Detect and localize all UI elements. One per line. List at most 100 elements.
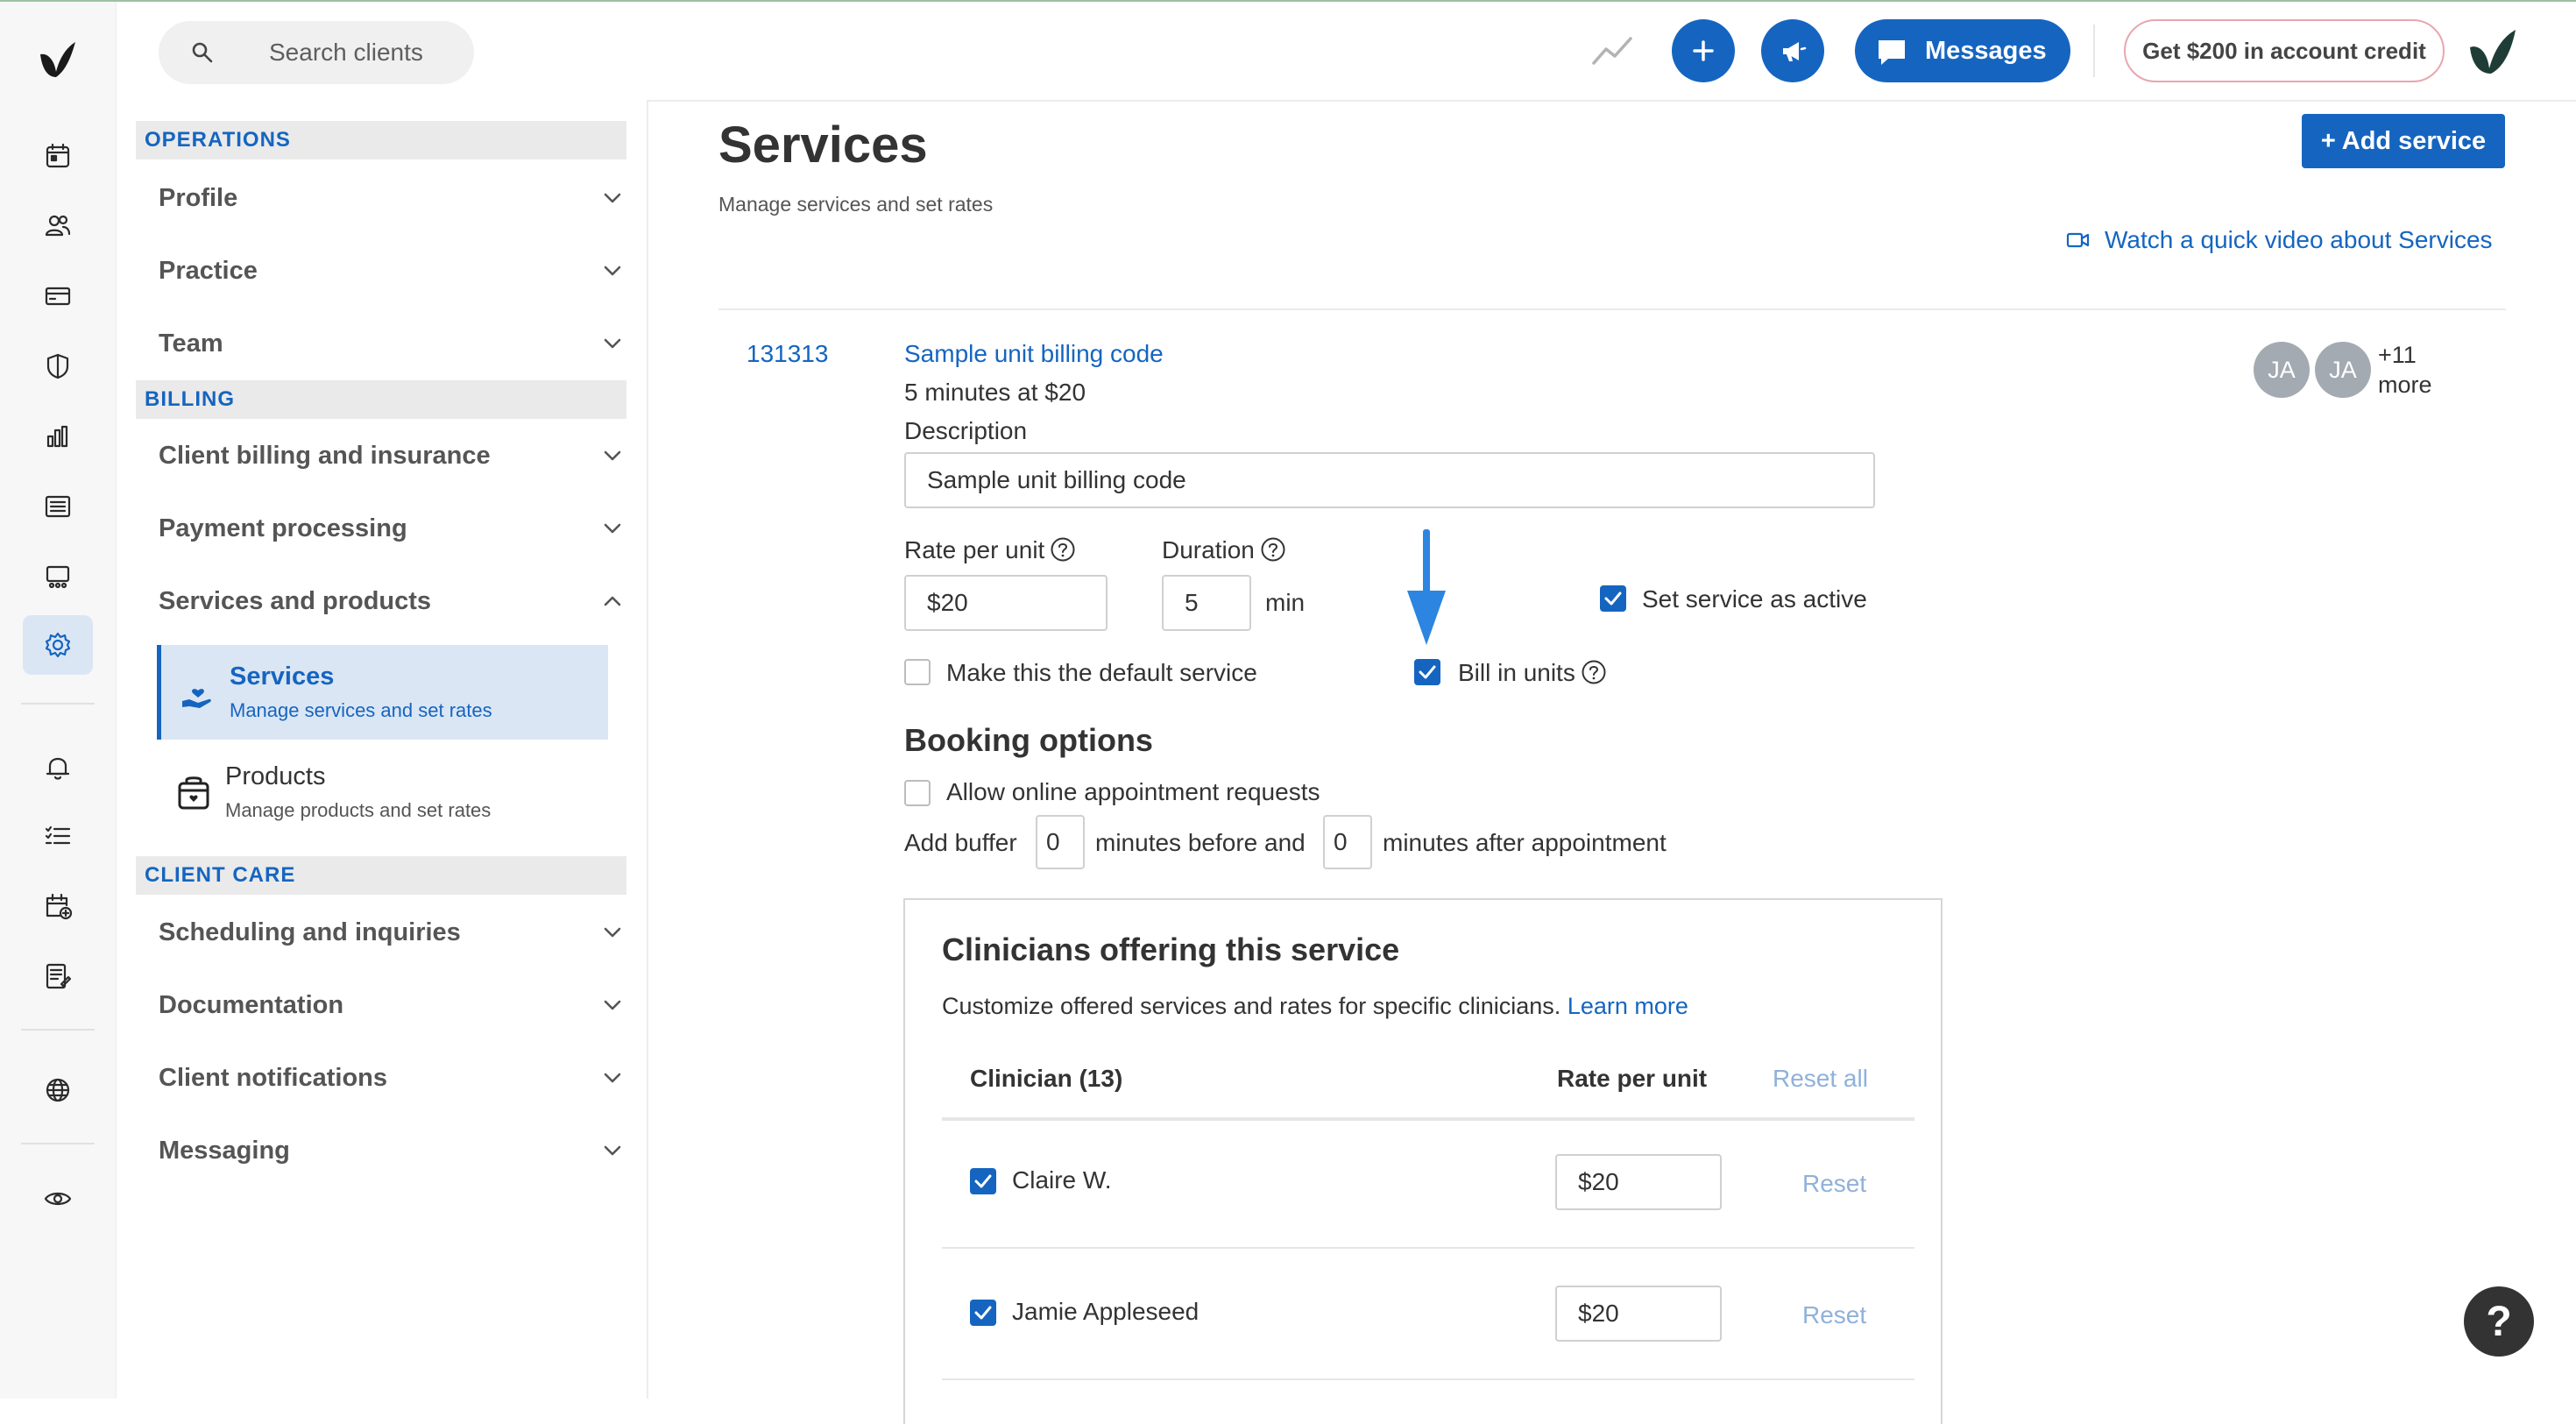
chevron-down-icon (604, 193, 621, 203)
rate-input[interactable] (904, 575, 1108, 631)
plus-icon (1693, 40, 1714, 61)
list-icon[interactable] (35, 484, 81, 529)
product-box-icon (178, 776, 209, 810)
service-code-link[interactable]: 131313 (747, 340, 828, 368)
megaphone-icon (1783, 42, 1807, 61)
rail-divider (21, 1029, 95, 1031)
rail-divider (21, 703, 95, 705)
chevron-down-icon (604, 338, 621, 349)
rate-label: Rate per unit (904, 536, 1076, 564)
learn-more-link[interactable]: Learn more (1568, 993, 1688, 1019)
avatar[interactable]: JA (2254, 342, 2310, 398)
nav-item-documentation[interactable]: Documentation (136, 977, 626, 1033)
duration-unit: min (1265, 589, 1306, 616)
more-clinicians[interactable]: +11 more (2378, 340, 2432, 400)
globe-icon[interactable] (35, 1067, 81, 1113)
buffer-after-input[interactable] (1323, 815, 1372, 869)
page-subtitle: Manage services and set rates (718, 193, 994, 216)
search-box[interactable] (159, 21, 474, 84)
bell-icon[interactable] (35, 745, 81, 790)
clinician-rate-input[interactable] (1555, 1154, 1722, 1210)
chevron-down-icon (604, 450, 621, 461)
account-menu-logo-icon[interactable] (2465, 25, 2519, 77)
analytics-icon[interactable] (35, 414, 81, 459)
help-circle-icon[interactable] (1581, 659, 1607, 685)
reset-link[interactable]: Reset (1802, 1170, 1866, 1198)
billing-card-icon[interactable] (35, 273, 81, 319)
clients-icon[interactable] (35, 203, 81, 249)
eye-icon[interactable] (35, 1176, 81, 1222)
announcements-button[interactable] (1761, 19, 1824, 82)
brand-logo-icon[interactable] (35, 37, 79, 81)
bill-in-units-checkbox[interactable] (1414, 659, 1440, 685)
buffer-suffix-text: minutes after appointment (1383, 829, 1667, 856)
account-credit-button[interactable]: Get $200 in account credit (2124, 19, 2445, 82)
page-title: Services (718, 117, 928, 174)
calendar-add-icon[interactable] (35, 883, 81, 929)
hand-heart-icon (182, 689, 211, 708)
col-rate: Rate per unit (1557, 1065, 1708, 1092)
nav-item-practice[interactable]: Practice (136, 243, 626, 299)
tasks-icon[interactable] (35, 813, 81, 859)
nav-item-services-products[interactable]: Services and products (136, 573, 626, 629)
row-divider (942, 1378, 1914, 1380)
duration-label: Duration (1162, 536, 1286, 564)
create-new-button[interactable] (1672, 19, 1735, 82)
nav-section-billing: BILLING (136, 380, 626, 419)
nav-item-scheduling[interactable]: Scheduling and inquiries (136, 904, 626, 960)
avatar[interactable]: JA (2315, 342, 2371, 398)
buffer-prefix: Add buffer (904, 829, 1017, 856)
rail-divider (21, 1143, 95, 1144)
search-icon (192, 42, 213, 63)
clinician-name: Jamie Appleseed (1012, 1298, 1200, 1325)
buffer-middle-text: minutes before and (1095, 829, 1306, 856)
sub-item-services[interactable]: Services Manage services and set rates (157, 645, 608, 740)
nav-item-client-billing[interactable]: Client billing and insurance (136, 428, 626, 484)
help-circle-icon[interactable] (1260, 536, 1286, 563)
chevron-up-icon (604, 596, 621, 606)
settings-nav: OPERATIONS Profile Practice Team BILLING… (117, 100, 648, 1399)
clinician-checkbox[interactable] (970, 1300, 996, 1326)
help-button[interactable]: ? (2464, 1286, 2534, 1357)
marketplace-icon[interactable] (35, 554, 81, 599)
description-label: Description (904, 417, 1028, 444)
chevron-down-icon (604, 266, 621, 276)
reset-all-link[interactable]: Reset all (1773, 1065, 1868, 1093)
trend-chart-icon[interactable] (1590, 32, 1636, 70)
help-circle-icon[interactable] (1050, 536, 1076, 563)
checkmark-icon (1604, 592, 1622, 606)
chevron-down-icon (604, 1145, 621, 1156)
buffer-before-input[interactable] (1036, 815, 1085, 869)
online-requests-checkbox[interactable] (904, 780, 931, 806)
nav-section-operations: OPERATIONS (136, 121, 626, 159)
clinician-name: Claire W. (1012, 1166, 1112, 1194)
nav-item-messaging[interactable]: Messaging (136, 1123, 626, 1179)
online-requests-label: Allow online appointment requests (946, 778, 1320, 805)
default-service-checkbox[interactable] (904, 659, 931, 685)
sub-item-products[interactable]: Products Manage products and set rates (157, 745, 604, 840)
row-divider (942, 1247, 1914, 1249)
set-active-checkbox[interactable] (1600, 585, 1626, 612)
clinician-rate-input[interactable] (1555, 1286, 1722, 1342)
calendar-icon[interactable] (35, 133, 81, 179)
service-name-link[interactable]: Sample unit billing code (904, 340, 1164, 368)
shield-icon[interactable] (35, 344, 81, 389)
add-service-button[interactable]: + Add service (2302, 114, 2505, 168)
notes-icon[interactable] (35, 953, 81, 999)
description-input[interactable] (904, 452, 1875, 508)
clinician-checkbox[interactable] (970, 1168, 996, 1194)
chevron-down-icon (604, 927, 621, 938)
chat-bubble-icon (1879, 40, 1905, 65)
nav-item-profile[interactable]: Profile (136, 170, 626, 226)
nav-item-client-notifications[interactable]: Client notifications (136, 1050, 626, 1106)
reset-link[interactable]: Reset (1802, 1301, 1866, 1329)
duration-input[interactable] (1162, 575, 1251, 631)
nav-item-team[interactable]: Team (136, 315, 626, 372)
default-service-label: Make this the default service (946, 659, 1257, 686)
messages-button[interactable]: Messages (1855, 19, 2070, 82)
watch-video-link[interactable]: Watch a quick video about Services (2066, 226, 2493, 254)
checkmark-icon (974, 1306, 992, 1320)
search-input[interactable] (267, 33, 464, 72)
nav-item-payment-processing[interactable]: Payment processing (136, 500, 626, 556)
settings-gear-icon[interactable] (23, 615, 93, 675)
